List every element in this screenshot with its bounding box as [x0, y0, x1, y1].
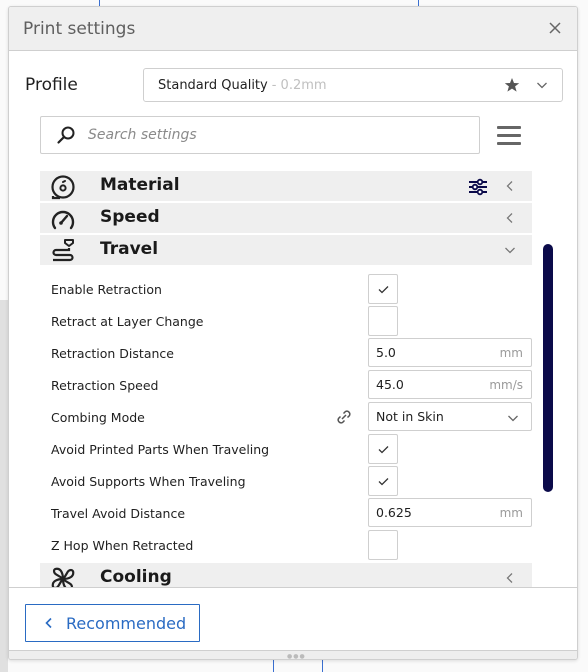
search-box[interactable] — [40, 116, 480, 154]
fan-icon — [51, 567, 75, 587]
search-icon — [57, 126, 75, 144]
category-travel[interactable]: Travel — [40, 235, 532, 265]
retract-at-layer-change-checkbox[interactable] — [368, 306, 398, 336]
setting-row: Z Hop When Retracted — [40, 529, 532, 561]
setting-row: Retraction Distance mm — [40, 337, 532, 369]
setting-label: Combing Mode — [51, 410, 145, 425]
panel-resize-handle[interactable]: ●●● — [9, 650, 577, 659]
search-input[interactable] — [88, 127, 448, 143]
unit-label: mm/s — [489, 378, 523, 392]
chevron-left-icon — [506, 573, 513, 583]
link-icon[interactable] — [334, 407, 354, 427]
setting-label: Travel Avoid Distance — [51, 506, 186, 521]
material-spool-icon — [51, 175, 75, 200]
category-material[interactable]: Material — [40, 171, 532, 201]
avoid-printed-parts-checkbox[interactable] — [368, 434, 398, 464]
hamburger-menu-icon-bar — [497, 134, 521, 137]
chevron-left-icon — [506, 181, 513, 191]
settings-visibility-menu-button[interactable] — [497, 126, 521, 146]
retraction-distance-field[interactable]: mm — [368, 338, 532, 367]
star-icon[interactable] — [504, 77, 520, 93]
setting-row: Travel Avoid Distance mm — [40, 497, 532, 529]
profile-name: Standard Quality — [158, 77, 268, 93]
setting-row: Avoid Printed Parts When Traveling — [40, 433, 532, 465]
category-label: Material — [100, 175, 180, 195]
chevron-down-icon — [508, 415, 518, 422]
panel-header: Print settings — [9, 7, 577, 51]
setting-label: Retraction Distance — [51, 346, 174, 361]
category-label: Travel — [100, 239, 159, 259]
enable-retraction-checkbox[interactable] — [368, 274, 398, 304]
category-label: Speed — [100, 207, 160, 227]
chevron-left-icon — [506, 213, 513, 223]
setting-row: Enable Retraction — [40, 273, 532, 305]
viewport-line — [322, 660, 323, 672]
retraction-distance-input[interactable] — [376, 345, 486, 360]
setting-row: Avoid Supports When Traveling — [40, 465, 532, 497]
recommended-button[interactable]: Recommended — [25, 604, 200, 642]
setting-label: Avoid Printed Parts When Traveling — [51, 442, 270, 457]
setting-label: Avoid Supports When Traveling — [51, 474, 246, 489]
hamburger-menu-icon-bar — [497, 142, 521, 145]
checkmark-icon — [378, 286, 389, 294]
settings-list: Material Speed Travel Enable Retraction … — [40, 169, 532, 587]
travel-icon — [52, 239, 74, 262]
setting-label: Z Hop When Retracted — [51, 538, 194, 553]
setting-label: Retraction Speed — [51, 378, 159, 393]
travel-avoid-distance-field[interactable]: mm — [368, 498, 532, 527]
avoid-supports-checkbox[interactable] — [368, 466, 398, 496]
category-cooling[interactable]: Cooling — [40, 563, 532, 587]
checkmark-icon — [378, 478, 389, 486]
retraction-speed-input[interactable] — [376, 377, 486, 392]
speedometer-icon — [51, 210, 75, 230]
panel-title: Print settings — [23, 19, 136, 39]
setting-row: Retract at Layer Change — [40, 305, 532, 337]
drag-dots-icon: ●●● — [287, 653, 306, 660]
category-label: Cooling — [100, 567, 172, 587]
setting-label: Retract at Layer Change — [51, 314, 204, 329]
recommended-label: Recommended — [66, 613, 187, 633]
profile-label: Profile — [25, 75, 78, 95]
unit-label: mm — [499, 346, 523, 360]
hamburger-menu-icon — [497, 126, 521, 129]
chevron-down-icon — [537, 82, 547, 89]
combing-mode-dropdown[interactable]: Not in Skin — [368, 402, 532, 431]
setting-row: Combing Mode Not in Skin — [40, 401, 532, 433]
print-settings-panel: Print settings Profile Standard Quality … — [8, 6, 578, 660]
dropdown-value: Not in Skin — [376, 409, 444, 424]
settings-scrollbar[interactable] — [543, 244, 553, 492]
checkmark-icon — [378, 446, 389, 454]
close-button[interactable] — [545, 18, 565, 38]
profile-dropdown[interactable]: Standard Quality - 0.2mm — [143, 68, 563, 102]
category-speed[interactable]: Speed — [40, 203, 532, 233]
sliders-icon[interactable] — [468, 177, 488, 197]
unit-label: mm — [499, 506, 523, 520]
profile-layer-height: - 0.2mm — [271, 77, 327, 93]
viewport-line — [273, 660, 274, 672]
chevron-left-icon — [45, 617, 52, 629]
z-hop-checkbox[interactable] — [368, 530, 398, 560]
setting-label: Enable Retraction — [51, 282, 162, 297]
retraction-speed-field[interactable]: mm/s — [368, 370, 532, 399]
close-icon — [549, 22, 561, 34]
footer-divider — [9, 587, 577, 588]
travel-avoid-distance-input[interactable] — [376, 505, 486, 520]
setting-row: Retraction Speed mm/s — [40, 369, 532, 401]
chevron-down-icon — [505, 247, 515, 254]
